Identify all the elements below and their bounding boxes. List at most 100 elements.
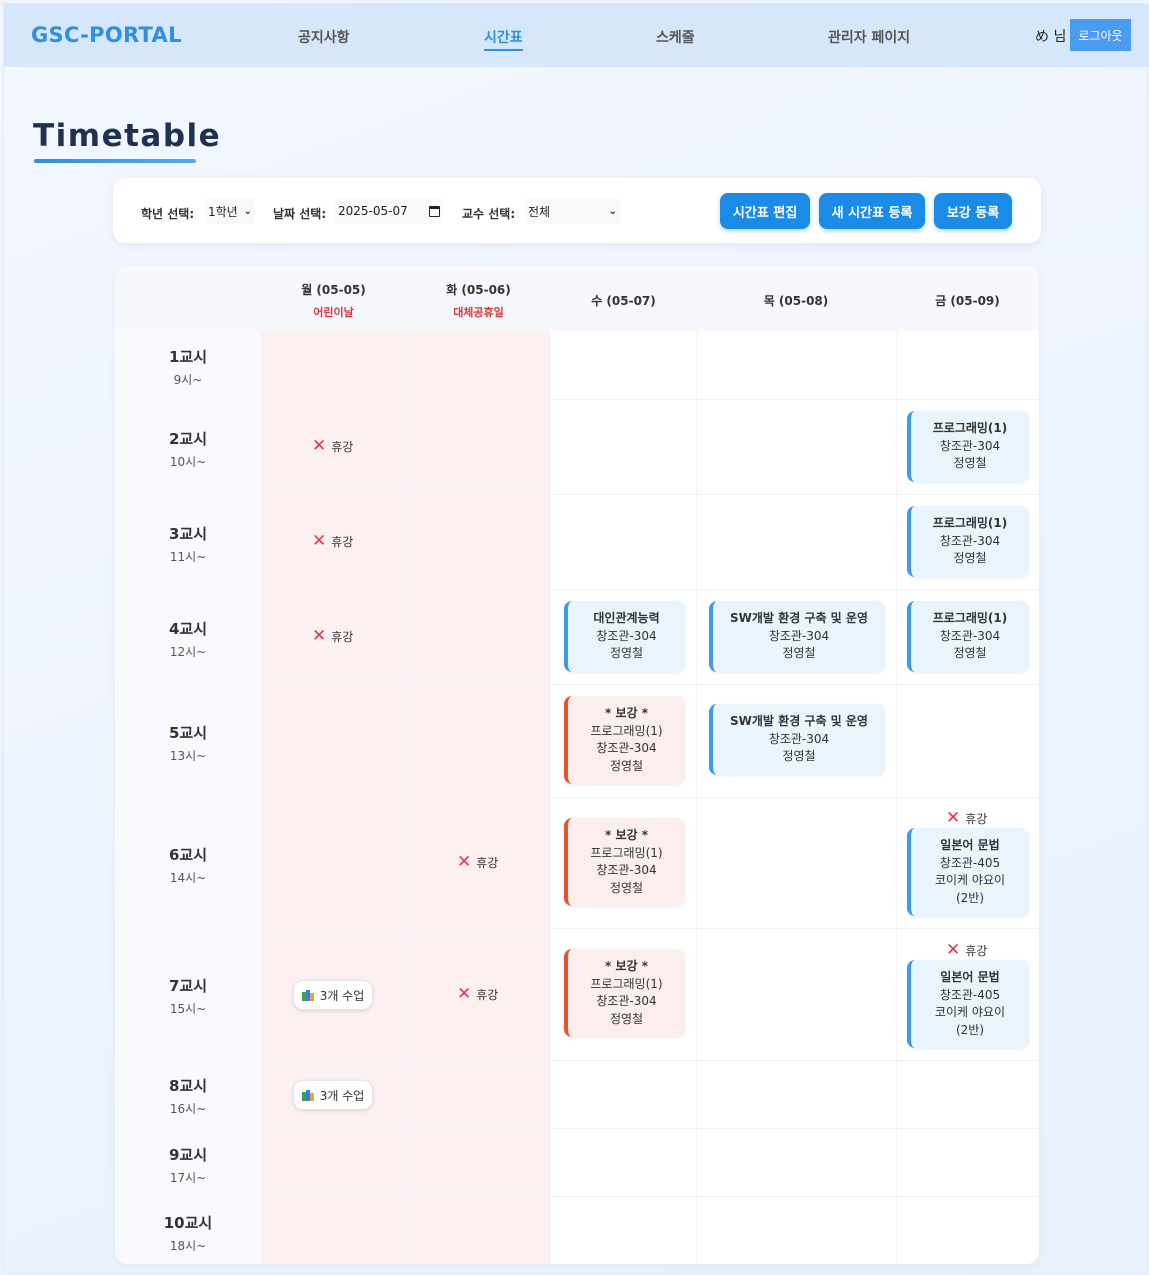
row-divider (261, 797, 1039, 798)
timetable-grid: 월 (05-05) 어린이날 화 (05-06) 대체공휴일 수 (05-07)… (115, 266, 1039, 1264)
cancel-label: 휴강 (965, 944, 988, 958)
course-professor: 정영철 (609, 880, 644, 895)
row-divider (261, 684, 1039, 685)
course-room: 창조관-304 (939, 533, 1001, 548)
date-input[interactable]: 2025-05-07 (335, 198, 443, 224)
period-time: 14시~ (169, 871, 207, 885)
period-name: 9교시 (168, 1146, 208, 1164)
row-divider (261, 928, 1039, 929)
course-name: 프로그래밍(1) (590, 976, 663, 991)
course-name: 프로그래밍(1) (590, 845, 663, 860)
makeup-card[interactable]: * 보강 * 프로그래밍(1) 창조관-304 정영철 (564, 818, 685, 906)
cancel-label: 휴강 (965, 812, 988, 826)
day-label: 화 (05-06) (446, 283, 511, 297)
holiday-label: 대체공휴일 (453, 306, 504, 319)
course-room: 창조관-304 (768, 731, 830, 746)
cancel-mark: ✕ 휴강 (946, 810, 987, 827)
course-professor: 정영철 (953, 646, 987, 661)
period-2: 2교시 10시~ (115, 428, 261, 470)
course-name: SW개발 환경 구축 및 운영 (730, 714, 868, 729)
row-divider (261, 589, 1039, 590)
period-name: 2교시 (168, 430, 208, 448)
class-count-button[interactable]: 3개 수업 (293, 980, 373, 1010)
course-professor: 정영철 (782, 749, 816, 764)
row-divider (261, 399, 1039, 400)
period-time: 18시~ (169, 1239, 207, 1253)
period-6: 6교시 14시~ (115, 844, 261, 886)
calendar-icon[interactable] (429, 205, 440, 217)
period-time: 17시~ (169, 1171, 207, 1185)
course-room: 창조관-304 (939, 628, 1001, 643)
date-input-value: 2025-05-07 (338, 204, 408, 218)
cancel-mark: ✕ 휴강 (312, 438, 353, 455)
class-card[interactable]: 일본어 문법 창조관-405 코이케 야요이 (2반) (907, 828, 1029, 916)
period-3: 3교시 11시~ (115, 523, 261, 565)
period-10: 10교시 18시~ (115, 1212, 261, 1254)
makeup-tag: * 보강 * (605, 706, 648, 720)
period-time: 11시~ (169, 550, 207, 564)
makeup-tag: * 보강 * (605, 828, 648, 842)
corner-header (115, 266, 261, 331)
professor-select-value: 전체 (528, 204, 551, 219)
period-name: 10교시 (163, 1214, 213, 1232)
row-divider (261, 1196, 1039, 1197)
top-navbar: GSC-PORTAL 공지사항 시간표 스케줄 관리자 페이지 め 님 로그아웃 (4, 4, 1149, 67)
period-name: 8교시 (168, 1077, 208, 1095)
edit-timetable-button[interactable]: 시간표 편집 (720, 193, 810, 229)
course-room: 창조관-304 (596, 741, 657, 755)
close-icon: ✕ (312, 531, 327, 551)
logo[interactable]: GSC-PORTAL (31, 23, 182, 47)
course-room: 창조관-304 (939, 438, 1001, 453)
day-label: 월 (05-05) (301, 283, 366, 297)
logout-button[interactable]: 로그아웃 (1070, 19, 1131, 51)
app-frame: GSC-PORTAL 공지사항 시간표 스케줄 관리자 페이지 め 님 로그아웃… (3, 3, 1149, 1274)
makeup-tag: * 보강 * (605, 959, 648, 973)
day-header-thu: 목 (05-08) (696, 266, 896, 331)
class-card[interactable]: SW개발 환경 구축 및 운영 창조관-304 정영철 (709, 601, 885, 672)
nav-notice[interactable]: 공지사항 (298, 27, 350, 47)
cancel-mark: ✕ 휴강 (457, 986, 498, 1003)
close-icon: ✕ (457, 984, 472, 1004)
nav-schedule[interactable]: 스케줄 (656, 27, 695, 47)
course-professor: 코이케 야요이 (934, 1005, 1006, 1019)
class-card[interactable]: 일본어 문법 창조관-405 코이케 야요이 (2반) (907, 960, 1029, 1048)
course-name: 일본어 문법 (940, 970, 1000, 984)
period-1: 1교시 9시~ (115, 346, 261, 388)
grade-select[interactable]: 1학년 ⌄ (205, 198, 255, 224)
class-card[interactable]: 프로그래밍(1) 창조관-304 정영철 (907, 601, 1029, 672)
period-name: 3교시 (168, 525, 208, 543)
day-header-wed: 수 (05-07) (551, 266, 696, 331)
course-name: 일본어 문법 (940, 838, 1000, 852)
cancel-label: 휴강 (476, 856, 499, 870)
class-card[interactable]: 프로그래밍(1) 창조관-304 정영철 (907, 411, 1029, 482)
makeup-card[interactable]: * 보강 * 프로그래밍(1) 창조관-304 정영철 (564, 949, 685, 1037)
class-count-button[interactable]: 3개 수업 (293, 1080, 373, 1110)
title-underline (34, 159, 196, 163)
chevron-down-icon: ⌄ (608, 205, 617, 217)
class-card[interactable]: 프로그래밍(1) 창조관-304 정영철 (907, 506, 1029, 577)
course-professor: 코이케 야요이 (934, 873, 1006, 887)
day-label: 금 (05-09) (935, 294, 1000, 308)
day-label: 수 (05-07) (591, 294, 656, 308)
new-timetable-button[interactable]: 새 시간표 등록 (819, 193, 925, 229)
nav-admin[interactable]: 관리자 페이지 (828, 27, 910, 47)
cancel-label: 휴강 (331, 630, 354, 644)
user-name: め 님 (1035, 29, 1067, 45)
close-icon: ✕ (312, 436, 327, 456)
period-5: 5교시 13시~ (115, 722, 261, 764)
makeup-register-button[interactable]: 보강 등록 (934, 193, 1012, 229)
cancel-mark: ✕ 휴강 (946, 942, 987, 959)
course-room: 창조관-304 (768, 628, 830, 643)
period-name: 4교시 (168, 620, 208, 638)
class-card[interactable]: 대인관계능력 창조관-304 정영철 (564, 601, 685, 672)
grade-select-value: 1학년 (208, 204, 238, 219)
professor-select[interactable]: 전체 ⌄ (525, 198, 620, 224)
makeup-card[interactable]: * 보강 * 프로그래밍(1) 창조관-304 정영철 (564, 696, 685, 784)
close-icon: ✕ (946, 940, 961, 960)
nav-timetable[interactable]: 시간표 (484, 27, 523, 51)
course-room: 창조관-304 (596, 863, 657, 877)
course-professor: 정영철 (609, 646, 644, 661)
course-section: (2반) (955, 1022, 985, 1037)
class-card[interactable]: SW개발 환경 구축 및 운영 창조관-304 정영철 (709, 704, 885, 775)
filter-bar: 학년 선택: 1학년 ⌄ 날짜 선택: 2025-05-07 교수 선택: 전체… (113, 178, 1041, 243)
